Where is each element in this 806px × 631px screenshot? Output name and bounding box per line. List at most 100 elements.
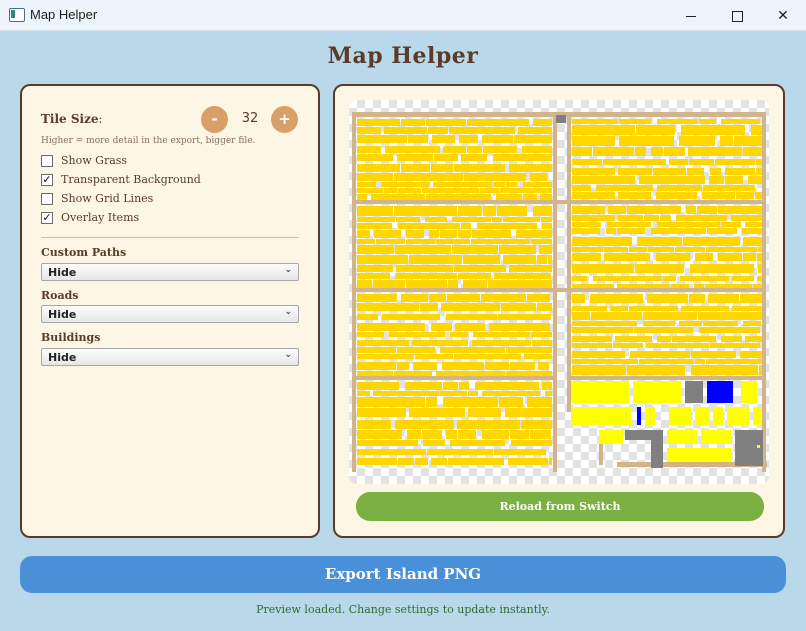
status-message: Preview loaded. Change settings to updat… bbox=[256, 603, 550, 616]
map-item bbox=[731, 215, 762, 221]
map-item bbox=[593, 147, 634, 156]
map-item bbox=[646, 343, 709, 348]
minimize-button[interactable] bbox=[668, 0, 714, 30]
map-item bbox=[725, 168, 755, 175]
map-item bbox=[758, 247, 762, 252]
map-item bbox=[667, 448, 731, 462]
roads-select[interactable]: Hide ⌄ bbox=[41, 305, 299, 323]
map-item bbox=[357, 303, 419, 311]
map-item bbox=[571, 381, 629, 403]
map-item bbox=[721, 336, 742, 342]
map-building bbox=[625, 430, 663, 440]
decrease-tile-size-button[interactable]: - bbox=[201, 106, 228, 133]
reload-from-switch-button[interactable]: Reload from Switch bbox=[356, 492, 764, 521]
map-item bbox=[710, 343, 760, 348]
map-item bbox=[384, 127, 427, 134]
map-item bbox=[617, 228, 645, 234]
increase-tile-size-button[interactable]: + bbox=[271, 106, 298, 133]
map-item bbox=[743, 237, 762, 246]
map-item bbox=[718, 253, 742, 261]
checkbox-box[interactable] bbox=[41, 155, 53, 167]
map-item bbox=[634, 327, 693, 333]
map-item bbox=[635, 147, 646, 156]
map-item bbox=[617, 284, 670, 288]
map-item bbox=[549, 458, 552, 465]
map-item bbox=[572, 237, 632, 246]
map-item bbox=[572, 306, 607, 311]
map-item bbox=[405, 382, 442, 390]
map-item bbox=[395, 273, 457, 279]
map-item bbox=[381, 182, 430, 187]
map-item bbox=[446, 430, 457, 439]
map-item bbox=[472, 230, 511, 238]
map-item bbox=[382, 314, 440, 320]
check-icon[interactable]: ✓ bbox=[41, 212, 53, 224]
map-item bbox=[572, 359, 638, 364]
check-icon[interactable]: ✓ bbox=[41, 174, 53, 186]
map-item bbox=[443, 146, 466, 153]
checkbox-box[interactable] bbox=[41, 193, 53, 205]
map-item bbox=[537, 303, 552, 311]
title-bar: Map Helper ✕ bbox=[0, 0, 806, 31]
maximize-button[interactable] bbox=[714, 0, 760, 30]
export-island-png-button[interactable]: Export Island PNG bbox=[20, 556, 786, 593]
map-item bbox=[538, 362, 549, 370]
tile-size-label: Tile Size: bbox=[41, 112, 103, 126]
map-item bbox=[647, 294, 688, 303]
map-item bbox=[596, 185, 653, 191]
map-item bbox=[431, 164, 453, 172]
map-item bbox=[732, 306, 762, 311]
map-item bbox=[398, 188, 421, 193]
map-item bbox=[571, 407, 631, 425]
map-item bbox=[357, 273, 390, 279]
map-item bbox=[450, 332, 468, 337]
page-title: Map Helper bbox=[327, 43, 479, 69]
map-item bbox=[593, 276, 662, 281]
map-item bbox=[431, 458, 447, 465]
map-item bbox=[436, 239, 470, 244]
close-button[interactable]: ✕ bbox=[760, 0, 806, 30]
map-item bbox=[482, 135, 513, 143]
map-item bbox=[433, 182, 492, 187]
map-item bbox=[415, 354, 453, 359]
map-item bbox=[667, 430, 697, 444]
map-item bbox=[357, 255, 408, 264]
map-item bbox=[669, 159, 688, 165]
app-icon bbox=[9, 8, 25, 22]
map-item bbox=[357, 230, 370, 238]
map-item bbox=[420, 303, 438, 311]
map-item bbox=[706, 247, 757, 252]
map-item bbox=[533, 206, 552, 216]
map-item bbox=[539, 245, 552, 254]
map-item bbox=[443, 382, 458, 390]
map-item bbox=[703, 321, 738, 326]
map-item bbox=[690, 264, 754, 273]
map-item bbox=[644, 215, 659, 221]
map-item bbox=[440, 347, 505, 353]
map-item bbox=[741, 381, 757, 403]
custom-paths-value: Hide bbox=[48, 266, 77, 279]
map-path bbox=[567, 112, 571, 412]
map-item bbox=[740, 294, 762, 303]
map-item bbox=[627, 206, 681, 214]
map-item bbox=[498, 314, 551, 320]
buildings-select[interactable]: Hide ⌄ bbox=[41, 348, 299, 366]
map-item bbox=[461, 223, 471, 229]
map-item bbox=[461, 154, 487, 161]
map-item bbox=[743, 321, 761, 326]
map-item bbox=[477, 223, 537, 229]
map-item bbox=[707, 228, 737, 234]
map-item bbox=[458, 206, 482, 216]
map-item bbox=[572, 159, 602, 165]
map-item bbox=[742, 228, 762, 234]
map-item bbox=[618, 168, 652, 175]
map-path bbox=[571, 376, 766, 380]
map-item bbox=[651, 147, 663, 156]
map-item bbox=[759, 365, 762, 375]
map-item bbox=[530, 173, 547, 181]
map-item bbox=[482, 430, 509, 439]
custom-paths-select[interactable]: Hide ⌄ bbox=[41, 263, 299, 281]
map-item bbox=[357, 154, 393, 161]
map-item bbox=[426, 119, 466, 126]
preview-panel: Reload from Switch bbox=[333, 84, 785, 538]
